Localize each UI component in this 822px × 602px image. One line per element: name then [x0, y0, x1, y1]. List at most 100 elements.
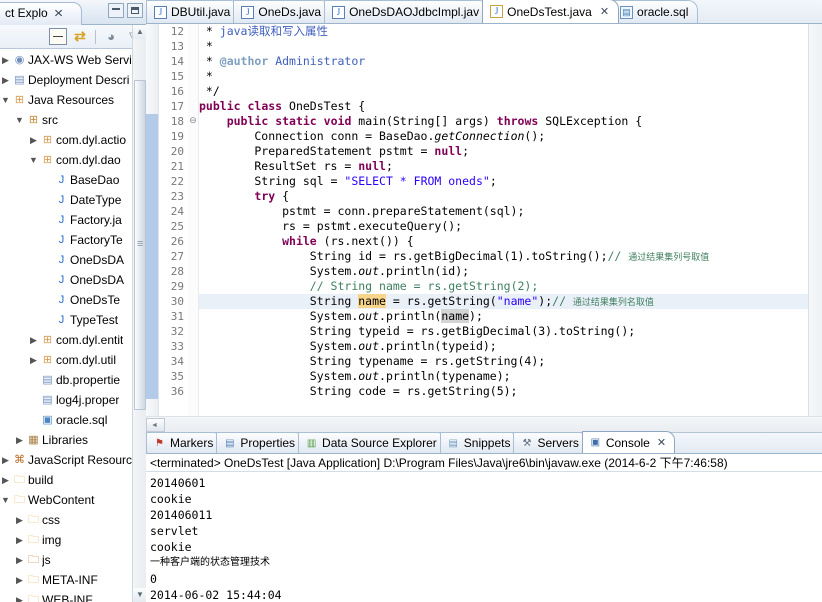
fold-marker[interactable] — [188, 144, 198, 159]
collapsed-arrow-icon[interactable]: ▶ — [0, 50, 11, 70]
fold-marker[interactable] — [188, 324, 198, 339]
editor-tab[interactable]: J OneDsTest.java ✕ — [482, 0, 620, 23]
editor-tab[interactable]: J OneDs.java — [233, 0, 332, 23]
fold-marker[interactable] — [188, 84, 198, 99]
editor-annotation-ruler[interactable] — [808, 24, 822, 416]
tree-item[interactable]: ▶ ⊞ com.dyl.util — [0, 350, 146, 370]
collapsed-arrow-icon[interactable]: ▶ — [14, 430, 25, 450]
expanded-arrow-icon[interactable]: ▼ — [0, 490, 11, 510]
fold-marker[interactable] — [188, 264, 198, 279]
code-line[interactable]: ResultSet rs = null; — [199, 159, 808, 174]
fold-marker[interactable] — [188, 129, 198, 144]
tree-item[interactable]: ▶ 🗀 img — [0, 530, 146, 550]
collapsed-arrow-icon[interactable]: ▶ — [14, 510, 25, 530]
fold-marker[interactable] — [188, 174, 198, 189]
bottom-view-tab[interactable]: ▤ Properties — [216, 432, 305, 453]
fold-marker[interactable] — [188, 279, 198, 294]
code-line[interactable]: // String name = rs.getString(2); — [199, 279, 808, 294]
code-line[interactable]: PreparedStatement pstmt = null; — [199, 144, 808, 159]
project-tree-scrollbar[interactable]: ▲ ▼ — [132, 25, 147, 602]
minimize-icon[interactable] — [108, 3, 124, 18]
fold-marker[interactable] — [188, 219, 198, 234]
code-line[interactable]: try { — [199, 189, 808, 204]
code-line[interactable]: System.out.println(id); — [199, 264, 808, 279]
console-output[interactable]: 20140601 cookie 201406011 servlet cookie 一种客户… — [146, 473, 822, 602]
tree-item[interactable]: ▼ ⊞ Java Resources — [0, 90, 146, 110]
code-line[interactable]: * — [199, 69, 808, 84]
collapsed-arrow-icon[interactable]: ▶ — [14, 530, 25, 550]
tree-item[interactable]: ▤ db.propertie — [0, 370, 146, 390]
code-line[interactable]: String sql = "SELECT * FROM oneds"; — [199, 174, 808, 189]
fold-marker[interactable] — [188, 354, 198, 369]
tree-item[interactable]: ▶ 🗀 js — [0, 550, 146, 570]
code-line[interactable]: String code = rs.getString(5); — [199, 384, 808, 399]
bottom-view-tab[interactable]: ▣ Console ✕ — [581, 431, 676, 453]
code-line[interactable]: String typeid = rs.getBigDecimal(3).toSt… — [199, 324, 808, 339]
collapse-all-icon[interactable] — [49, 28, 67, 45]
code-line[interactable]: public static void main(String[] args) t… — [199, 114, 808, 129]
fold-marker[interactable] — [188, 339, 198, 354]
fold-marker[interactable] — [188, 249, 198, 264]
code-line[interactable]: while (rs.next()) { — [199, 234, 808, 249]
fold-marker[interactable]: ⊖ — [188, 114, 198, 129]
tree-item[interactable]: ▼ ⊞ src — [0, 110, 146, 130]
scroll-down-arrow-icon[interactable]: ▼ — [133, 588, 147, 602]
code-line[interactable]: Connection conn = BaseDao.getConnection(… — [199, 129, 808, 144]
tree-item[interactable]: ▶ ⊞ com.dyl.actio — [0, 130, 146, 150]
bottom-view-tab[interactable]: ⚒ Servers — [513, 432, 588, 453]
maximize-icon[interactable] — [127, 3, 143, 18]
collapsed-arrow-icon[interactable]: ▶ — [14, 550, 25, 570]
tree-item[interactable]: J DateType — [0, 190, 146, 210]
editor-tab[interactable]: J OneDsDAOJdbcImpl.jav — [324, 0, 490, 23]
fold-marker[interactable] — [188, 24, 198, 39]
bottom-view-tab[interactable]: ▥ Data Source Explorer — [298, 432, 446, 453]
tree-item[interactable]: ▶ 🗀 css — [0, 510, 146, 530]
close-icon[interactable]: ✕ — [600, 5, 609, 18]
collapsed-arrow-icon[interactable]: ▶ — [14, 570, 25, 590]
code-line[interactable]: pstmt = conn.prepareStatement(sql); — [199, 204, 808, 219]
collapsed-arrow-icon[interactable]: ▶ — [28, 350, 39, 370]
editor-code-text[interactable]: * java读取和写入属性 * * @author Administrator … — [199, 24, 808, 416]
editor-horizontal-scrollbar[interactable] — [146, 416, 822, 432]
editor-folding-bar[interactable]: ⊖ — [188, 24, 199, 416]
tree-item[interactable]: ▶ ⌘ JavaScript Resourc — [0, 450, 146, 470]
fold-marker[interactable] — [188, 384, 198, 399]
code-line[interactable]: System.out.println(typename); — [199, 369, 808, 384]
collapsed-arrow-icon[interactable]: ▶ — [0, 450, 11, 470]
code-line[interactable]: String name = rs.getString("name");// 通过… — [199, 294, 808, 309]
code-line[interactable]: System.out.println(name); — [199, 309, 808, 324]
fold-marker[interactable] — [188, 294, 198, 309]
tree-item[interactable]: ▶ 🗀 META-INF — [0, 570, 146, 590]
code-editor[interactable]: 12 13 14 15 16 17 18 19 20 21 22 23 24 25 26 27 28 29 30 31… — [146, 24, 822, 416]
focus-on-active-task-icon[interactable]: ◕ — [102, 28, 120, 45]
link-with-editor-icon[interactable]: ⇄ — [71, 28, 89, 45]
fold-marker[interactable] — [188, 159, 198, 174]
tree-item[interactable]: ▣ oracle.sql — [0, 410, 146, 430]
tree-item[interactable]: ▶ ⊞ com.dyl.entit — [0, 330, 146, 350]
expanded-arrow-icon[interactable]: ▼ — [28, 150, 39, 170]
tree-item[interactable]: J Factory.ja — [0, 210, 146, 230]
editor-tab[interactable]: J DBUtil.java — [146, 0, 241, 23]
close-icon[interactable]: ✕ — [53, 7, 63, 20]
close-icon[interactable]: ✕ — [657, 436, 666, 449]
bottom-view-tab[interactable]: ▤ Snippets — [439, 432, 520, 453]
code-line[interactable]: * java读取和写入属性 — [199, 24, 808, 39]
tree-item[interactable]: ▶ 🗀 build — [0, 470, 146, 490]
tree-item[interactable]: J OneDsTe — [0, 290, 146, 310]
scrollbar-thumb[interactable] — [134, 80, 146, 410]
fold-marker[interactable] — [188, 54, 198, 69]
code-line[interactable]: String id = rs.getBigDecimal(1).toString… — [199, 249, 808, 264]
fold-marker[interactable] — [188, 234, 198, 249]
tab-project-explorer[interactable]: ct Explo ✕ — [0, 2, 82, 25]
fold-marker[interactable] — [188, 99, 198, 114]
collapsed-arrow-icon[interactable]: ▶ — [0, 470, 11, 490]
code-line[interactable]: System.out.println(typeid); — [199, 339, 808, 354]
tree-item[interactable]: J BaseDao — [0, 170, 146, 190]
code-line[interactable]: * @author Administrator — [199, 54, 808, 69]
editor-tab[interactable]: ▤ oracle.sql — [612, 0, 699, 23]
tree-item[interactable]: J OneDsDA — [0, 250, 146, 270]
tree-item[interactable]: ▼ ⊞ com.dyl.dao — [0, 150, 146, 170]
fold-marker[interactable] — [188, 369, 198, 384]
tree-item[interactable]: ▶ ▤ Deployment Descri — [0, 70, 146, 90]
tree-item[interactable]: ▶ ◉ JAX-WS Web Servi — [0, 50, 146, 70]
